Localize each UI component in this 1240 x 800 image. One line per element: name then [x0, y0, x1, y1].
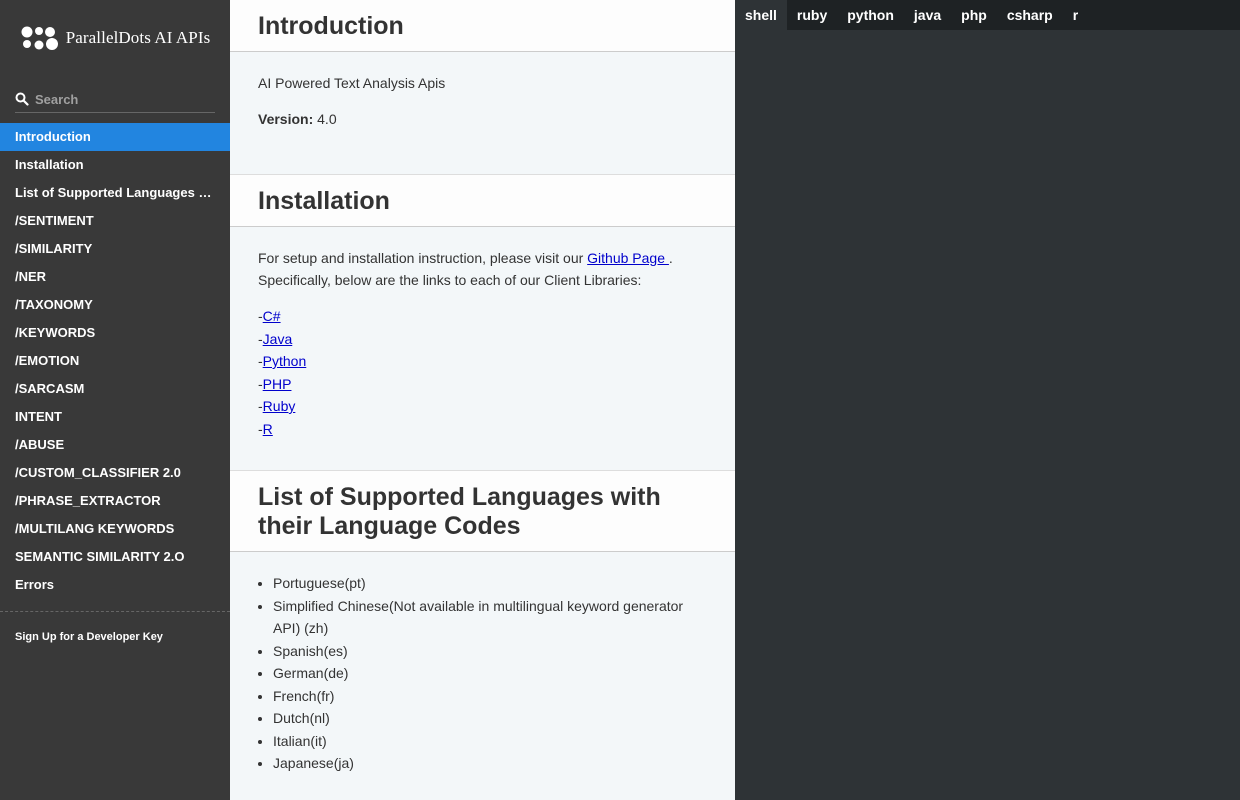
- introduction-body: AI Powered Text Analysis Apis Version: 4…: [230, 52, 735, 174]
- logo-dots-icon: [21, 26, 58, 50]
- toc-item-similarity[interactable]: /SIMILARITY: [0, 235, 230, 263]
- language-item: French(fr): [273, 685, 707, 708]
- library-link-java[interactable]: Java: [263, 331, 293, 347]
- library-item: -Ruby: [258, 398, 296, 414]
- toc-item-intent[interactable]: INTENT: [0, 403, 230, 431]
- search-box: [15, 86, 215, 113]
- logo-text: ParallelDots AI APIs: [65, 28, 211, 47]
- toc-item-installation[interactable]: Installation: [0, 151, 230, 179]
- client-libraries: -C# -Java -Python -PHP -Ruby -R: [258, 305, 707, 440]
- tab-php[interactable]: php: [951, 0, 997, 30]
- toc-item-custom-classifier[interactable]: /CUSTOM_CLASSIFIER 2.0: [0, 459, 230, 487]
- introduction-heading: Introduction: [230, 0, 735, 52]
- language-item: Italian(it): [273, 730, 707, 753]
- language-list: Portuguese(pt) Simplified Chinese(Not av…: [258, 572, 707, 775]
- library-link-r[interactable]: R: [263, 421, 273, 437]
- tab-csharp[interactable]: csharp: [997, 0, 1063, 30]
- version-value: 4.0: [317, 111, 337, 127]
- toc-item-emotion[interactable]: /EMOTION: [0, 347, 230, 375]
- logo[interactable]: ParallelDots AI APIs: [0, 0, 230, 74]
- installation-body: For setup and installation instruction, …: [230, 227, 735, 470]
- toc-item-phrase-extractor[interactable]: /PHRASE_EXTRACTOR: [0, 487, 230, 515]
- library-item: -R: [258, 420, 273, 437]
- search-input[interactable]: [35, 91, 205, 107]
- toc-item-taxonomy[interactable]: /TAXONOMY: [0, 291, 230, 319]
- version-line: Version: 4.0: [258, 108, 707, 130]
- language-tabs: shell ruby python java php csharp r: [735, 0, 1240, 30]
- version-label: Version:: [258, 111, 314, 127]
- library-item: -Java: [258, 330, 293, 347]
- tab-r[interactable]: r: [1063, 0, 1088, 30]
- toc-item-abuse[interactable]: /ABUSE: [0, 431, 230, 459]
- toc-item-sentiment[interactable]: /SENTIMENT: [0, 207, 230, 235]
- language-item: Simplified Chinese(Not available in mult…: [273, 595, 707, 640]
- languages-heading: List of Supported Languages with their L…: [230, 470, 735, 552]
- tab-shell[interactable]: shell: [735, 0, 787, 30]
- installation-text-before: For setup and installation instruction, …: [258, 250, 588, 266]
- toc-item-supported-languages[interactable]: List of Supported Languages with their L…: [0, 179, 230, 207]
- tab-python[interactable]: python: [837, 0, 904, 30]
- language-item: Japanese(ja): [273, 752, 707, 775]
- library-link-php[interactable]: PHP: [263, 376, 292, 392]
- search-icon: [15, 92, 29, 106]
- language-item: Spanish(es): [273, 640, 707, 663]
- toc-item-keywords[interactable]: /KEYWORDS: [0, 319, 230, 347]
- toc-item-semantic-similarity[interactable]: SEMANTIC SIMILARITY 2.O: [0, 543, 230, 571]
- installation-heading: Installation: [230, 174, 735, 227]
- toc-item-multilang-keywords[interactable]: /MULTILANG KEYWORDS: [0, 515, 230, 543]
- language-item: Portuguese(pt): [273, 572, 707, 595]
- library-link-ruby[interactable]: Ruby: [263, 398, 296, 414]
- developer-key-link[interactable]: Sign Up for a Developer Key: [15, 631, 163, 643]
- library-link-python[interactable]: Python: [263, 353, 307, 369]
- main-content: Introduction AI Powered Text Analysis Ap…: [230, 0, 735, 800]
- tab-ruby[interactable]: ruby: [787, 0, 837, 30]
- language-item: Dutch(nl): [273, 707, 707, 730]
- toc-item-ner[interactable]: /NER: [0, 263, 230, 291]
- github-page-link[interactable]: Github Page: [587, 250, 669, 266]
- toc-item-sarcasm[interactable]: /SARCASM: [0, 375, 230, 403]
- library-item: -Python: [258, 353, 307, 369]
- library-item: -PHP: [258, 375, 292, 392]
- code-panel: shell ruby python java php csharp r: [735, 0, 1240, 800]
- intro-description: AI Powered Text Analysis Apis: [258, 75, 446, 91]
- library-link-csharp[interactable]: C#: [263, 308, 281, 324]
- tab-java[interactable]: java: [904, 0, 951, 30]
- toc-list: Introduction Installation List of Suppor…: [0, 123, 230, 599]
- library-item: -C#: [258, 308, 281, 324]
- toc-item-errors[interactable]: Errors: [0, 571, 230, 599]
- languages-body: Portuguese(pt) Simplified Chinese(Not av…: [230, 552, 735, 800]
- language-item: German(de): [273, 662, 707, 685]
- toc-footer: Sign Up for a Developer Key: [0, 611, 230, 645]
- sidebar: ParallelDots AI APIs Introduction Instal…: [0, 0, 230, 800]
- toc-item-introduction[interactable]: Introduction: [0, 123, 230, 151]
- installation-text: For setup and installation instruction, …: [258, 247, 707, 291]
